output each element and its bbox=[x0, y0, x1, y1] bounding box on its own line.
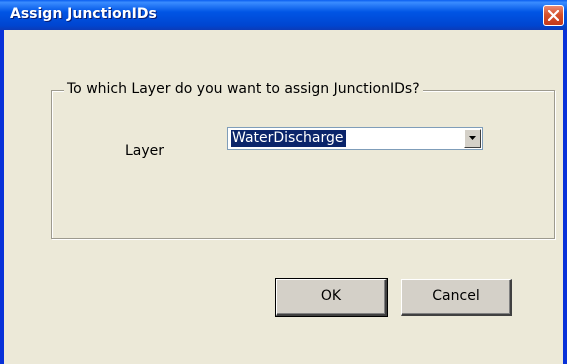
close-icon bbox=[548, 10, 559, 21]
cancel-button[interactable]: Cancel bbox=[401, 279, 512, 316]
layer-label: Layer bbox=[125, 143, 165, 159]
layer-select[interactable]: WaterDischarge bbox=[227, 127, 483, 150]
chevron-down-icon bbox=[469, 136, 476, 140]
layer-dropdown-button[interactable] bbox=[464, 129, 481, 148]
ok-button[interactable]: OK bbox=[275, 278, 388, 317]
dialog-window: Assign JunctionIDs To which Layer do you… bbox=[0, 0, 567, 364]
close-button[interactable] bbox=[543, 5, 564, 26]
layer-groupbox: To which Layer do you want to assign Jun… bbox=[51, 81, 555, 239]
layer-select-value: WaterDischarge bbox=[230, 129, 347, 148]
dialog-client-area: To which Layer do you want to assign Jun… bbox=[4, 30, 563, 364]
groupbox-label: To which Layer do you want to assign Jun… bbox=[64, 81, 423, 97]
title-bar[interactable]: Assign JunctionIDs bbox=[0, 0, 567, 30]
window-title: Assign JunctionIDs bbox=[10, 6, 157, 22]
